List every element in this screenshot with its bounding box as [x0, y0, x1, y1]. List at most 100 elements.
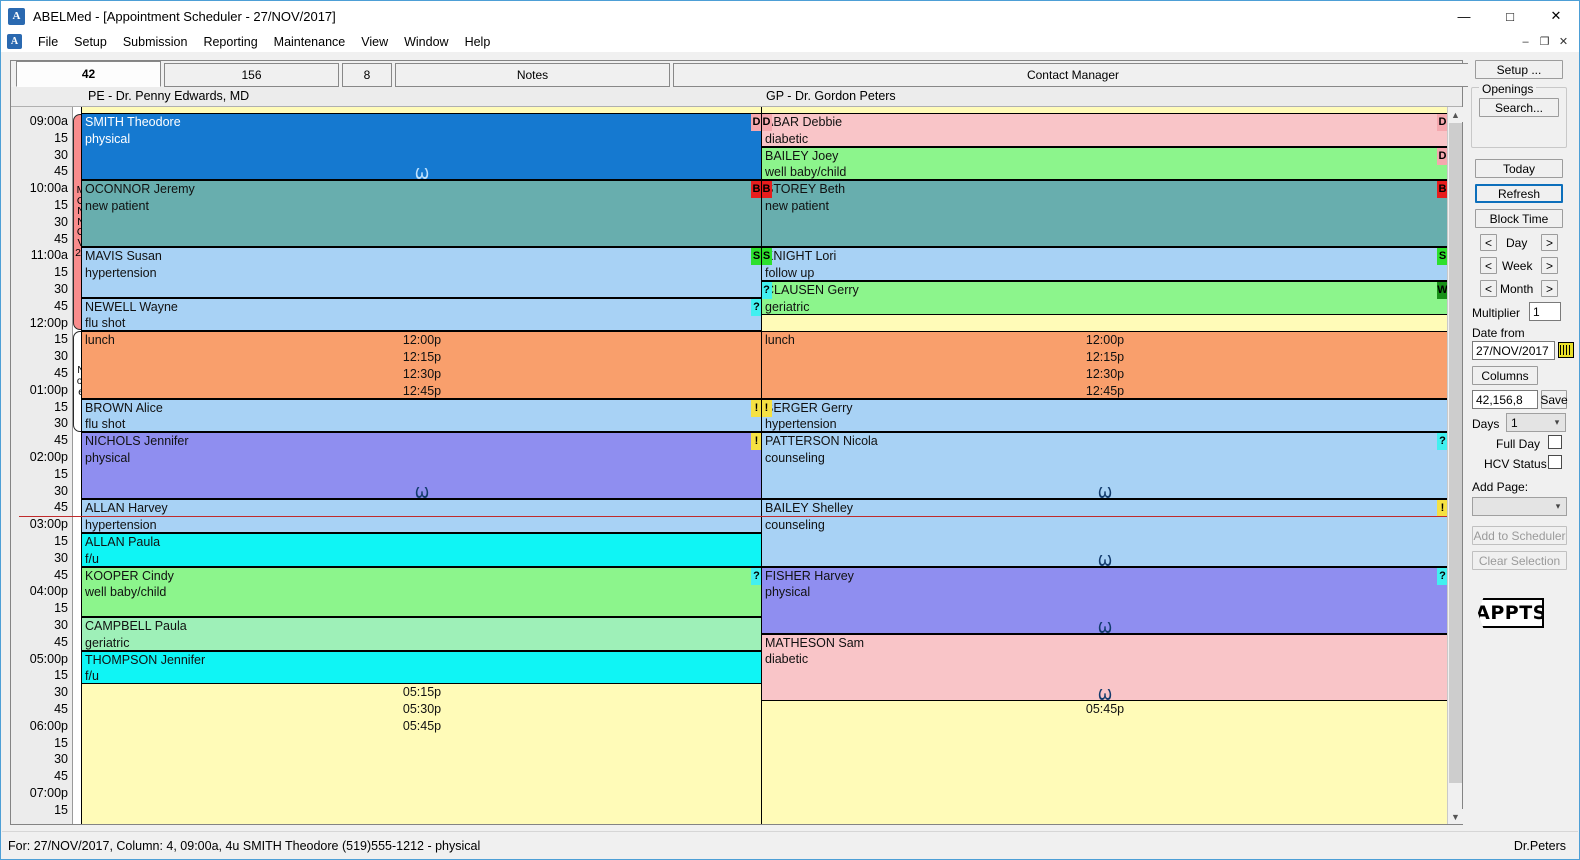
tab-156[interactable]: 156 — [164, 63, 339, 87]
grid-scrollbar[interactable]: ▲ ▼ — [1447, 107, 1463, 824]
appointment-name: STOREY Beth — [765, 182, 846, 197]
free-slot-time[interactable]: 05:45p — [762, 701, 1448, 718]
menu-item-file[interactable]: File — [30, 33, 66, 51]
search-openings-button[interactable]: Search... — [1479, 98, 1559, 117]
hcv-status-checkbox[interactable] — [1548, 455, 1562, 469]
prev-month-button[interactable]: < — [1480, 280, 1497, 297]
free-slot-time[interactable]: 05:45p — [82, 718, 762, 735]
appointment-block[interactable]: KOOPER Cindy well baby/child? — [82, 566, 762, 617]
tab-contact-manager[interactable]: Contact Manager — [673, 63, 1473, 87]
time-label: 45 — [54, 769, 68, 784]
appointment-block[interactable]: CAMPBELL Paula geriatric — [82, 617, 762, 651]
appointment-block[interactable]: BERGER Gerry hypertension! — [762, 398, 1448, 433]
date-from-label: Date from — [1472, 326, 1525, 340]
next-month-button[interactable]: > — [1541, 280, 1558, 297]
appointment-block[interactable]: BROWN Alice flu shot! — [82, 398, 762, 433]
appts-badge[interactable]: APPTS — [1478, 598, 1544, 628]
appointment-name: KNIGHT Lori — [765, 249, 837, 264]
today-button[interactable]: Today — [1475, 159, 1563, 178]
setup-button[interactable]: Setup ... — [1475, 60, 1563, 79]
appointment-resize-handle-icon[interactable]: Ѡ — [415, 167, 429, 179]
appointment-flag-left[interactable]: S — [762, 248, 772, 266]
appointment-resize-handle-icon[interactable]: Ѡ — [1098, 486, 1112, 498]
scroll-down-icon[interactable]: ▼ — [1448, 809, 1463, 824]
appointment-block[interactable]: THOMPSON Jennifer f/u — [82, 650, 762, 685]
appointment-block[interactable]: NEWELL Wayne flu shot? — [82, 297, 762, 332]
appointment-block[interactable]: BAILEY Shelley counseling! Ѡ — [762, 499, 1448, 567]
status-user: Dr.Peters — [1513, 838, 1566, 853]
week-nav-label: Week — [1502, 259, 1533, 273]
next-day-button[interactable]: > — [1541, 234, 1558, 251]
provider-column-2[interactable]: 11:45a05:45pABAR DebbiediabeticDDBAILEY … — [761, 107, 1448, 824]
free-slot-group[interactable]: 05:45p — [762, 701, 1448, 718]
free-slot-group[interactable]: 05:15p 05:30p 05:45p — [82, 684, 762, 734]
maximize-icon[interactable]: □ — [1487, 1, 1533, 31]
full-day-checkbox[interactable] — [1548, 435, 1562, 449]
appointment-block[interactable]: CLAUSEN Gerry geriatric? W — [762, 281, 1448, 315]
appointment-block[interactable]: lunch 12:00p 12:15p 12:30p 12:45p — [762, 331, 1448, 399]
appointment-block[interactable]: ALLAN Paula f/u — [82, 533, 762, 567]
refresh-button[interactable]: Refresh — [1475, 184, 1563, 203]
appointment-resize-handle-icon[interactable]: Ѡ — [415, 486, 429, 498]
minimize-icon[interactable]: — — [1441, 1, 1487, 31]
appointment-block[interactable]: OCONNOR Jeremy new patient B — [82, 180, 762, 248]
tab-notes[interactable]: Notes — [395, 63, 670, 87]
mdi-maximize-icon[interactable]: ❐ — [1535, 33, 1554, 50]
mdi-close-icon[interactable]: ✕ — [1554, 33, 1573, 50]
columns-input[interactable]: 42,156,8 — [1472, 390, 1538, 409]
provider-column-1[interactable]: 05:15p 05:30p 05:45p SMITH Theodore physical… — [81, 107, 762, 824]
block-time-button[interactable]: Block Time — [1475, 209, 1563, 228]
appointment-block[interactable]: BAILEY Joey well baby/child D — [762, 146, 1448, 181]
add-to-scheduler-button[interactable]: Add to Scheduler — [1472, 526, 1567, 545]
appointment-flag-left[interactable]: ? — [762, 282, 772, 299]
save-columns-button[interactable]: Save — [1540, 390, 1568, 409]
appointment-block[interactable]: ABAR Debbie diabetic D D — [762, 113, 1448, 147]
next-week-button[interactable]: > — [1541, 257, 1558, 274]
appointment-flag-left[interactable]: B — [762, 181, 772, 199]
prev-week-button[interactable]: < — [1480, 257, 1497, 274]
appointment-block[interactable]: MATHESON Sam diabetic Ѡ — [762, 633, 1448, 701]
appointment-block[interactable]: NICHOLS Jennifer physical! Ѡ — [82, 432, 762, 500]
appointment-flag-left[interactable]: D — [762, 114, 772, 131]
mdi-minimize-icon[interactable]: – — [1516, 33, 1535, 50]
appointment-name: MAVIS Susan — [85, 249, 162, 264]
scrollbar-thumb[interactable] — [1449, 123, 1462, 783]
scroll-up-icon[interactable]: ▲ — [1448, 107, 1463, 122]
menu-item-window[interactable]: Window — [396, 33, 456, 51]
appointment-block[interactable]: FISHER Harvey physical? Ѡ — [762, 566, 1448, 634]
columns-button[interactable]: Columns — [1472, 366, 1538, 385]
appointment-reason: diabetic — [765, 652, 809, 667]
menu-item-help[interactable]: Help — [457, 33, 499, 51]
close-icon[interactable]: ✕ — [1533, 1, 1579, 31]
appointment-block[interactable]: STOREY Beth new patient B B — [762, 180, 1448, 248]
schedule-grid[interactable]: 09:00a 15 30 45 10:00a 15 30 45 11:00a 15 30 45 12:0… — [11, 107, 1462, 824]
tab-42[interactable]: 42 — [16, 61, 161, 87]
menu-item-view[interactable]: View — [353, 33, 396, 51]
prev-day-button[interactable]: < — [1480, 234, 1497, 251]
appointment-block[interactable]: lunch 12:00p 12:15p 12:30p 12:45p — [82, 331, 762, 399]
appointment-block[interactable]: KNIGHT Lori follow up S S — [762, 247, 1448, 281]
days-select[interactable]: 1 ▾ — [1506, 413, 1566, 432]
add-page-select[interactable]: ▾ — [1472, 497, 1567, 516]
menu-item-maintenance[interactable]: Maintenance — [266, 33, 354, 51]
appointment-block[interactable]: MAVIS Susan hypertension S — [82, 247, 762, 298]
clear-selection-button[interactable]: Clear Selection — [1472, 551, 1567, 570]
time-label: 30 — [54, 349, 68, 364]
free-slot-time[interactable]: 05:30p — [82, 701, 762, 718]
free-slot-time[interactable]: 05:15p — [82, 684, 762, 701]
appointment-resize-handle-icon[interactable]: Ѡ — [1098, 687, 1112, 699]
appointment-block[interactable]: SMITH Theodore physical D Ѡ — [82, 113, 762, 181]
tab-8[interactable]: 8 — [342, 63, 392, 87]
appointment-resize-handle-icon[interactable]: Ѡ — [1098, 620, 1112, 632]
menu-item-setup[interactable]: Setup — [66, 33, 115, 51]
multiplier-input[interactable]: 1 — [1529, 302, 1561, 321]
appointment-block[interactable]: PATTERSON Nicola counseling? Ѡ — [762, 432, 1448, 500]
date-from-input[interactable]: 27/NOV/2017 — [1472, 341, 1555, 360]
menu-item-submission[interactable]: Submission — [115, 33, 196, 51]
appointment-flag-left[interactable]: ! — [762, 399, 772, 417]
appointment-reason: new patient — [765, 198, 829, 213]
menu-item-reporting[interactable]: Reporting — [195, 33, 265, 51]
appointment-slot-time: 12:45p — [402, 383, 442, 398]
calendar-icon[interactable] — [1558, 342, 1574, 358]
appointment-resize-handle-icon[interactable]: Ѡ — [1098, 553, 1112, 565]
